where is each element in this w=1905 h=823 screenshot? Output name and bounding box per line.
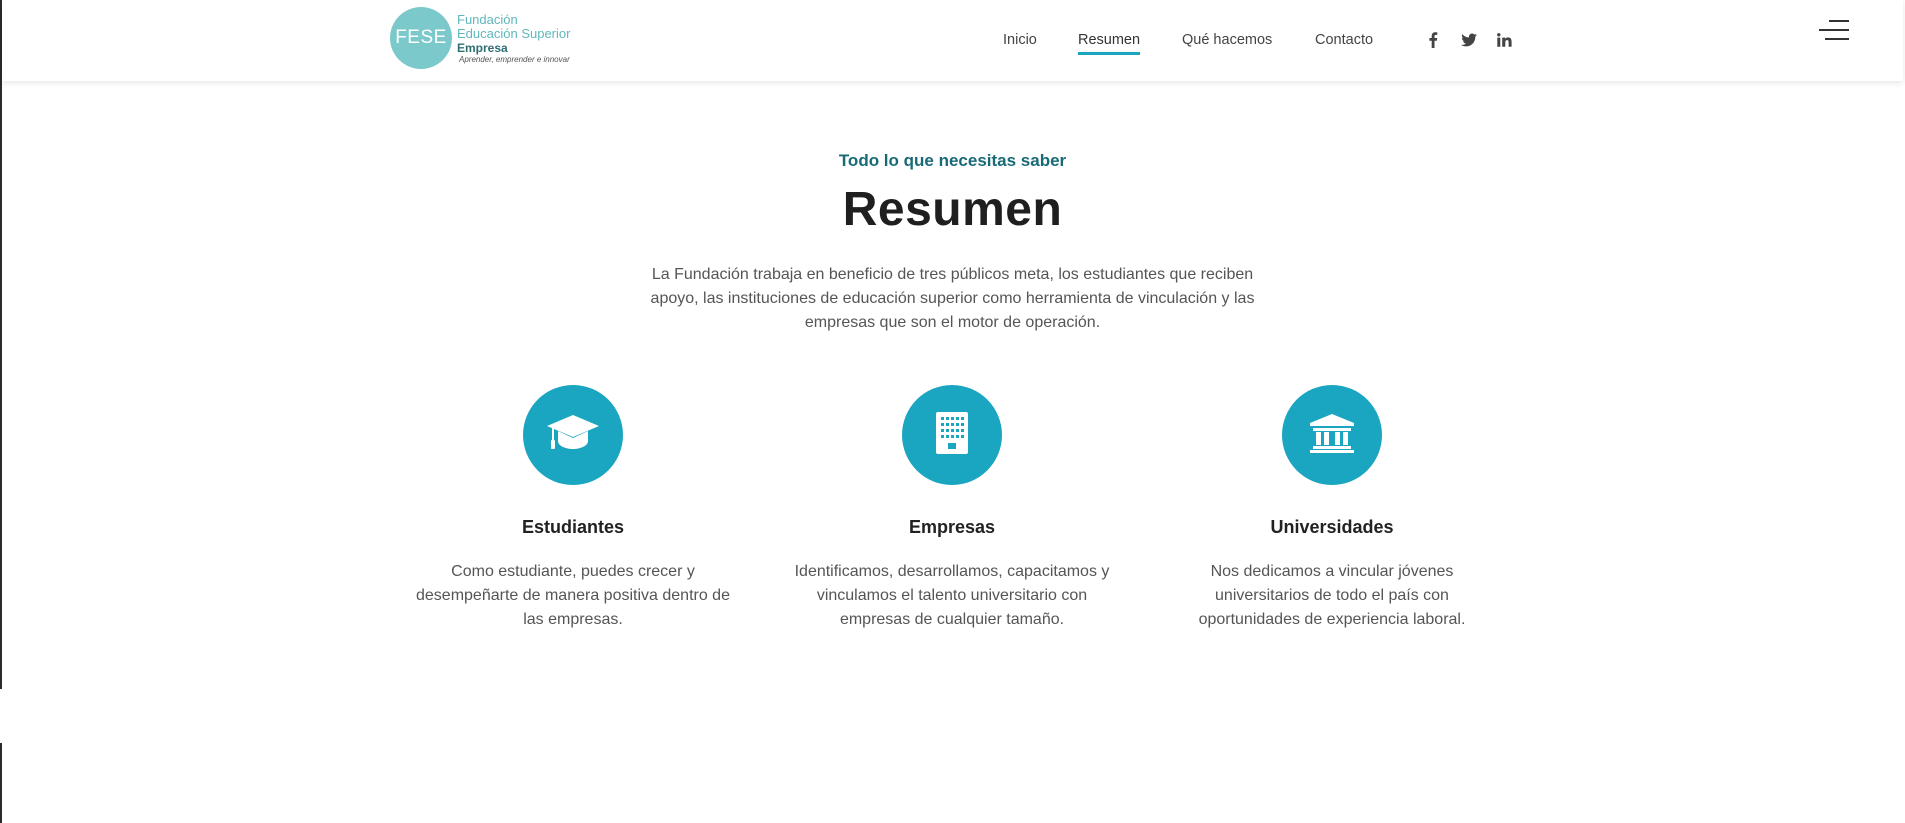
nav-active-underline	[1078, 52, 1141, 55]
nav-item-inicio[interactable]: Inicio	[1003, 31, 1037, 49]
feature-icon-circle	[523, 385, 623, 485]
nav-item-que-hacemos[interactable]: Qué hacemos	[1182, 31, 1272, 49]
hamburger-line-middle	[1819, 29, 1849, 31]
feature-title: Empresas	[908, 517, 996, 537]
section-kicker: Todo lo que necesitas saber	[838, 151, 1067, 170]
university-icon	[1309, 413, 1355, 458]
nav-item-resumen-label: Resumen	[1078, 32, 1141, 48]
window-left-edge-gap	[0, 689, 2, 743]
site-header: FESE Fundación Educación Superior Empres…	[2, 0, 1903, 81]
main-nav: Inicio Resumen Qué hacemos Contacto	[2, 0, 1903, 81]
nav-item-resumen[interactable]: Resumen	[1078, 31, 1141, 55]
feature-title: Estudiantes	[521, 517, 625, 537]
feature-icon-circle	[1282, 385, 1382, 485]
feature-title: Universidades	[1270, 517, 1394, 537]
hamburger-menu-icon[interactable]	[1817, 20, 1849, 42]
hamburger-line-top	[1829, 20, 1849, 22]
feature-text: Como estudiante, puedes crecer y desempe…	[416, 563, 730, 628]
hamburger-line-bottom	[1825, 38, 1849, 40]
nav-item-contacto[interactable]: Contacto	[1315, 31, 1373, 49]
facebook-icon[interactable]	[1424, 31, 1442, 49]
feature-icon-circle	[902, 385, 1002, 485]
graduation-cap-icon	[546, 413, 600, 458]
linkedin-icon[interactable]	[1495, 31, 1513, 49]
feature-text: Nos dedicamos a vincular jóvenes univers…	[1198, 563, 1466, 628]
building-icon	[935, 411, 969, 460]
section-title: Resumen	[842, 183, 1063, 236]
section-intro: La Fundación trabaja en beneficio de tre…	[650, 266, 1255, 331]
feature-text: Identificamos, desarrollamos, capacitamo…	[794, 563, 1110, 628]
twitter-icon[interactable]	[1460, 31, 1478, 49]
